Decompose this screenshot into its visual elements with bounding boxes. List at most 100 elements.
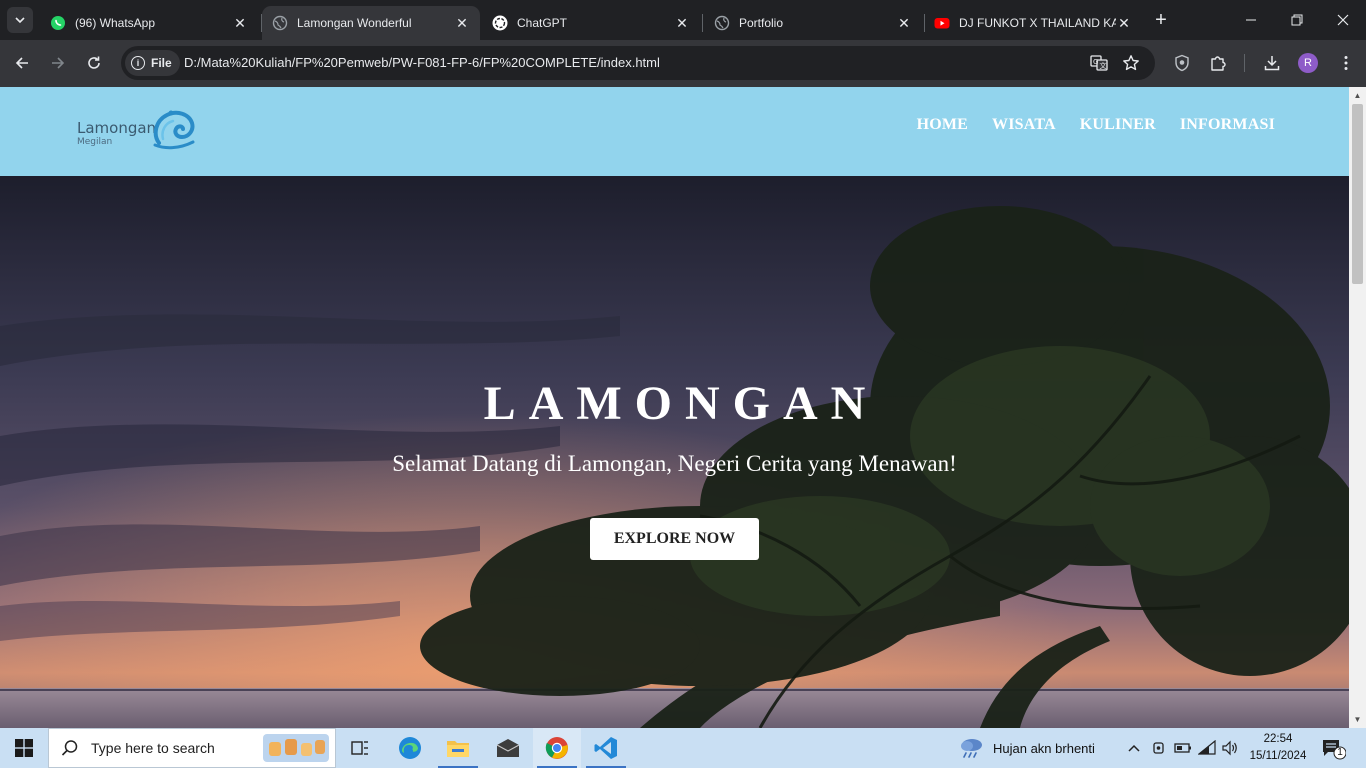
vscode-icon bbox=[594, 737, 617, 759]
arrow-right-icon bbox=[52, 57, 65, 69]
scroll-up-arrow-icon[interactable]: ▲ bbox=[1349, 87, 1366, 104]
close-icon[interactable]: ✕ bbox=[454, 15, 470, 31]
whatsapp-icon bbox=[50, 15, 66, 31]
close-icon[interactable]: ✕ bbox=[674, 15, 690, 31]
tab-portfolio[interactable]: Portfolio ✕ bbox=[704, 6, 922, 40]
chatgpt-icon bbox=[492, 15, 508, 31]
notification-count-badge: 1 bbox=[1337, 747, 1343, 758]
nav-kuliner[interactable]: KULINER bbox=[1080, 116, 1156, 134]
tab-whatsapp[interactable]: (96) WhatsApp ✕ bbox=[40, 6, 258, 40]
tab-title: Portfolio bbox=[739, 16, 784, 30]
minimize-icon bbox=[1246, 19, 1256, 21]
restore-button[interactable] bbox=[1274, 0, 1320, 40]
close-window-button[interactable] bbox=[1320, 0, 1366, 40]
notification-center-button[interactable]: 1 bbox=[1322, 738, 1347, 760]
site-nav: HOME WISATA KULINER INFORMASI bbox=[917, 116, 1275, 134]
weather-widget[interactable]: Hujan akn brhenti bbox=[958, 728, 1095, 768]
tab-title: ChatGPT bbox=[517, 16, 568, 30]
reload-icon bbox=[88, 56, 100, 69]
nav-home[interactable]: HOME bbox=[917, 116, 968, 134]
globe-icon bbox=[714, 15, 730, 31]
back-button[interactable] bbox=[8, 49, 36, 77]
tab-chatgpt[interactable]: ChatGPT ✕ bbox=[482, 6, 700, 40]
tab-search-button[interactable] bbox=[7, 7, 33, 33]
site-header: Lamongan Megilan HOME WISATA KULINER INF… bbox=[0, 87, 1349, 176]
file-explorer-taskbar-button[interactable] bbox=[434, 728, 482, 768]
hero-content: LAMONGAN Selamat Datang di Lamongan, Neg… bbox=[0, 176, 1349, 728]
explore-now-button[interactable]: EXPLORE NOW bbox=[590, 518, 759, 560]
site-info-chip[interactable]: i File bbox=[125, 50, 180, 76]
address-bar[interactable]: i File D:/Mata%20Kuliah/FP%20Pemweb/PW-F… bbox=[121, 46, 1155, 80]
tab-youtube[interactable]: DJ FUNKOT X THAILAND KA ✕ bbox=[924, 6, 1142, 40]
site-logo[interactable]: Lamongan Megilan bbox=[77, 109, 197, 153]
hero-section: LAMONGAN Selamat Datang di Lamongan, Neg… bbox=[0, 176, 1349, 728]
clock-time: 22:54 bbox=[1263, 733, 1293, 745]
translate-icon[interactable]: G文 bbox=[1089, 53, 1109, 73]
windows-logo-icon bbox=[15, 739, 33, 757]
meet-now-icon[interactable] bbox=[1149, 738, 1169, 758]
vscode-taskbar-button[interactable] bbox=[582, 728, 630, 768]
url-text[interactable]: D:/Mata%20Kuliah/FP%20Pemweb/PW-F081-FP-… bbox=[184, 55, 660, 70]
tab-lamongan[interactable]: Lamongan Wonderful ✕ bbox=[262, 6, 480, 40]
windows-taskbar: Type here to search Hujan akn brhenti 22… bbox=[0, 728, 1366, 768]
logo-subtitle: Megilan bbox=[77, 137, 113, 147]
reload-button[interactable] bbox=[80, 49, 108, 77]
search-placeholder: Type here to search bbox=[91, 740, 215, 756]
tab-title: Lamongan Wonderful bbox=[297, 16, 412, 30]
extensions-puzzle-icon[interactable] bbox=[1207, 52, 1229, 74]
scroll-thumb[interactable] bbox=[1352, 104, 1363, 284]
logo-wordmark: Lamongan bbox=[77, 119, 157, 137]
nav-informasi[interactable]: INFORMASI bbox=[1180, 116, 1275, 134]
scheme-label: File bbox=[151, 56, 172, 70]
arrow-left-icon bbox=[15, 57, 28, 69]
volume-icon[interactable] bbox=[1220, 738, 1240, 758]
page-viewport: Lamongan Megilan HOME WISATA KULINER INF… bbox=[0, 87, 1349, 728]
chrome-taskbar-button[interactable] bbox=[533, 728, 581, 768]
search-icon bbox=[61, 740, 78, 756]
battery-icon[interactable] bbox=[1173, 738, 1193, 758]
nav-wisata[interactable]: WISATA bbox=[992, 116, 1056, 134]
wifi-icon[interactable] bbox=[1197, 738, 1217, 758]
forward-button[interactable] bbox=[44, 49, 72, 77]
task-view-icon bbox=[351, 741, 368, 755]
page-scrollbar[interactable]: ▲ ▼ bbox=[1349, 87, 1366, 728]
close-icon[interactable]: ✕ bbox=[1116, 15, 1132, 31]
search-highlight-lanterns-icon bbox=[263, 734, 329, 762]
chrome-icon bbox=[545, 737, 568, 759]
weather-text: Hujan akn brhenti bbox=[993, 740, 1095, 756]
minimize-button[interactable] bbox=[1228, 0, 1274, 40]
chevron-down-icon bbox=[15, 17, 25, 24]
clock-date: 15/11/2024 bbox=[1249, 750, 1307, 762]
wave-logo-icon bbox=[153, 110, 195, 150]
svg-text:文: 文 bbox=[1100, 61, 1107, 70]
svg-text:G: G bbox=[1093, 58, 1098, 66]
hero-title: LAMONGAN bbox=[483, 377, 879, 430]
edge-icon bbox=[399, 737, 421, 759]
menu-kebab-icon[interactable] bbox=[1335, 52, 1357, 74]
system-clock[interactable]: 22:54 15/11/2024 bbox=[1244, 731, 1312, 765]
task-view-button[interactable] bbox=[336, 728, 384, 768]
tab-title: DJ FUNKOT X THAILAND KA bbox=[959, 16, 1116, 30]
mail-taskbar-button[interactable] bbox=[484, 728, 532, 768]
bookmark-star-icon[interactable] bbox=[1121, 53, 1141, 73]
close-icon[interactable]: ✕ bbox=[896, 15, 912, 31]
profile-avatar[interactable]: R bbox=[1298, 53, 1318, 73]
shield-extension-icon[interactable] bbox=[1171, 52, 1193, 74]
taskbar-search-box[interactable]: Type here to search bbox=[48, 728, 336, 768]
close-icon[interactable]: ✕ bbox=[232, 15, 248, 31]
start-button[interactable] bbox=[0, 728, 48, 768]
youtube-icon bbox=[934, 15, 950, 31]
chevron-up-icon[interactable] bbox=[1124, 738, 1144, 758]
browser-toolbar: i File D:/Mata%20Kuliah/FP%20Pemweb/PW-F… bbox=[0, 40, 1366, 87]
browser-tabstrip: (96) WhatsApp ✕ Lamongan Wonderful ✕ Cha… bbox=[0, 0, 1366, 40]
rain-cloud-icon bbox=[961, 739, 982, 758]
hero-subtitle: Selamat Datang di Lamongan, Negeri Cerit… bbox=[392, 451, 957, 476]
new-tab-button[interactable]: + bbox=[1150, 9, 1172, 31]
mail-icon bbox=[496, 739, 520, 757]
tab-title: (96) WhatsApp bbox=[75, 16, 156, 30]
edge-taskbar-button[interactable] bbox=[386, 728, 434, 768]
download-icon[interactable] bbox=[1261, 52, 1283, 74]
scroll-down-arrow-icon[interactable]: ▼ bbox=[1349, 711, 1366, 728]
folder-icon bbox=[447, 741, 469, 757]
close-icon bbox=[1337, 14, 1349, 26]
